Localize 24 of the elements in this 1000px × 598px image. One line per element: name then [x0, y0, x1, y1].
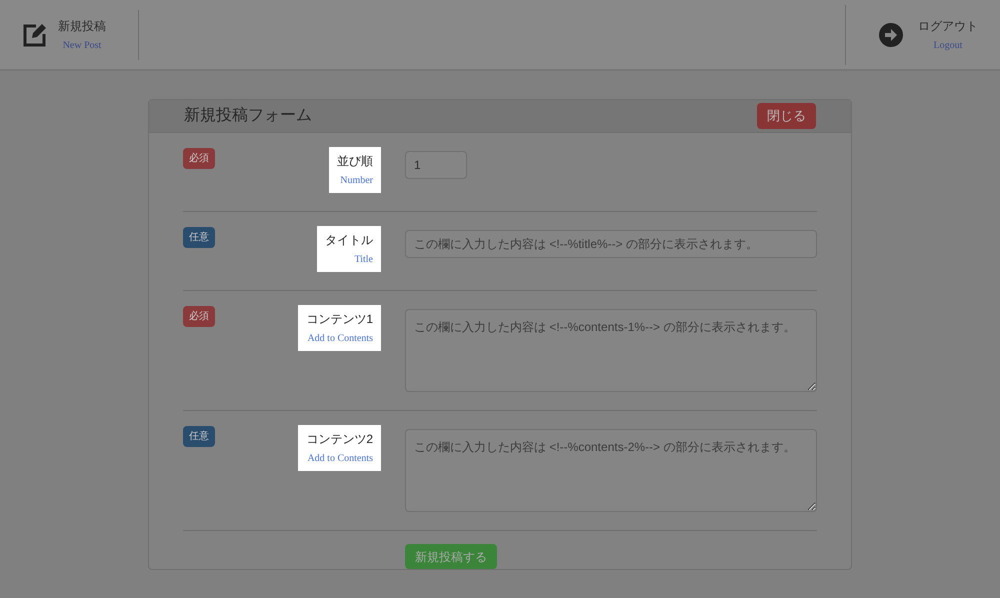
label-text: コンテンツ2 — [306, 431, 373, 448]
contents-field[interactable]: この欄に入力した内容は <!--%contents-2%--> の部分に表示されます。 — [405, 429, 817, 512]
label-text: コンテンツ1 — [306, 311, 373, 328]
title-field[interactable]: この欄に入力した内容は <!--%title%--> の部分に表示されます。 — [405, 230, 817, 258]
label-text: タイトル — [325, 232, 373, 249]
badge: 任意 — [183, 426, 215, 447]
badge: 必須 — [183, 148, 215, 169]
badge: 必須 — [183, 306, 215, 327]
contents-field[interactable]: この欄に入力した内容は <!--%contents-1%--> の部分に表示されます。 — [405, 309, 817, 392]
close-button[interactable]: 閉じる — [757, 103, 816, 129]
label-sublabel: Add to Contents — [307, 332, 373, 346]
badge: 任意 — [183, 227, 215, 248]
label-sublabel: Title — [354, 253, 373, 267]
edit-icon — [22, 22, 48, 48]
number-field[interactable]: 1 — [405, 151, 467, 179]
logout-sublabel: Logout — [934, 38, 962, 52]
label-text: 並び順 — [337, 153, 373, 170]
label-sublabel: Number — [340, 174, 373, 188]
arrow-circle-icon — [878, 22, 904, 48]
label-sublabel: Add to Contents — [307, 452, 373, 466]
logout-link[interactable]: ログアウト — [918, 16, 978, 34]
form-title: 新規投稿フォーム — [184, 106, 312, 126]
new-post-link[interactable]: 新規投稿 — [58, 16, 106, 34]
new-post-sublabel: New Post — [62, 38, 102, 52]
